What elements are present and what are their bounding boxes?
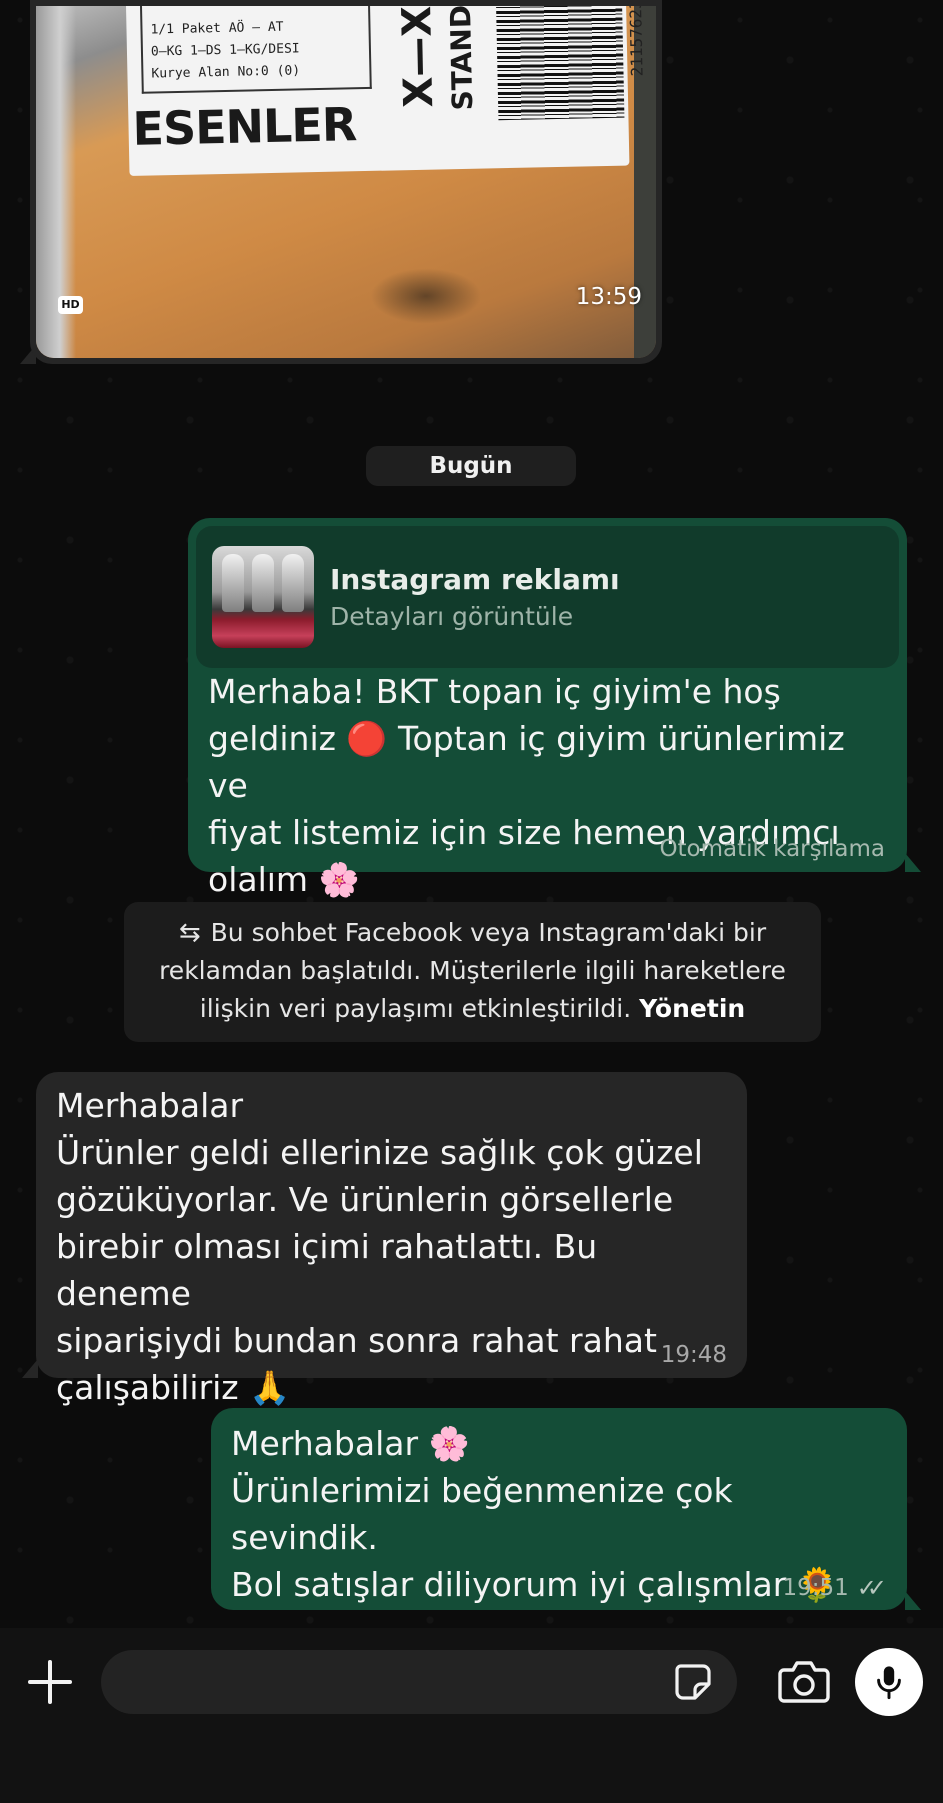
sticker-icon (675, 1664, 711, 1700)
camera-button[interactable] (778, 1658, 830, 1704)
attach-plus-button[interactable] (26, 1658, 74, 1706)
message-time: 19:48 (660, 1342, 727, 1368)
sticker-button[interactable] (673, 1662, 713, 1702)
message-meta: 19:51 ✓✓ (782, 1574, 887, 1602)
bubble-tail (905, 1591, 921, 1610)
ad-card-text: Instagram reklamı Detayları görüntüle (330, 563, 620, 631)
message-time: 19:51 (782, 1575, 849, 1601)
date-separator: Bugün (366, 446, 576, 486)
hd-badge: HD (58, 296, 83, 314)
swap-arrows-icon: ⇆ (178, 918, 201, 948)
photo-tape (366, 266, 486, 326)
manage-link[interactable]: Yönetin (639, 994, 745, 1023)
message-input[interactable] (101, 1650, 737, 1714)
chat-screen: 1/1 Paket AÖ — AT 0—KG 1—DS 1—KG/DESI Ku… (0, 0, 943, 1803)
ad-thumbnail (212, 546, 314, 648)
photo-message[interactable]: 1/1 Paket AÖ — AT 0—KG 1—DS 1—KG/DESI Ku… (30, 0, 662, 364)
voice-record-button[interactable] (855, 1648, 923, 1716)
ad-origin-notice: ⇆ Bu sohbet Facebook veya Instagram'daki… (124, 902, 821, 1042)
incoming-message[interactable]: Merhabalar Ürünler geldi ellerinize sağl… (36, 1072, 747, 1407)
read-receipt-icon: ✓✓ (856, 1574, 887, 1602)
auto-greeting-label: Otomatik karşılama (659, 836, 885, 862)
label-stand: STAND (444, 6, 480, 111)
camera-icon (778, 1661, 830, 1703)
package-photo[interactable]: 1/1 Paket AÖ — AT 0—KG 1—DS 1—KG/DESI Ku… (36, 6, 656, 358)
view-details-link[interactable]: Detayları görüntüle (330, 602, 620, 631)
barcode (496, 6, 625, 121)
label-mark: X—X (394, 6, 443, 109)
message-time: 13:59 (575, 284, 642, 310)
ad-welcome-message[interactable]: Instagram reklamı Detayları görüntüle Me… (188, 518, 907, 899)
ad-title: Instagram reklamı (330, 563, 620, 596)
microphone-icon (877, 1666, 901, 1700)
barcode-number: 21157623 (625, 6, 647, 77)
bubble-tail (905, 853, 921, 872)
mannequin-figure (282, 554, 304, 612)
label-line: Kurye Alan No:0 (0) (151, 63, 301, 82)
mannequin-figure (222, 554, 244, 612)
message-text: Merhabalar Ürünler geldi ellerinize sağl… (56, 1086, 703, 1407)
label-city: ESENLER (132, 97, 357, 156)
mannequin-figure (252, 554, 274, 612)
composer-bar (0, 1628, 943, 1803)
label-info-box: 1/1 Paket AÖ — AT 0—KG 1—DS 1—KG/DESI Ku… (139, 6, 372, 94)
bubble-tail (22, 1359, 38, 1378)
shipping-label: 1/1 Paket AÖ — AT 0—KG 1—DS 1—KG/DESI Ku… (126, 6, 647, 176)
message-text: Merhaba! BKT topan iç giyim'e hoş geldin… (208, 672, 845, 899)
instagram-ad-card[interactable]: Instagram reklamı Detayları görüntüle (196, 526, 899, 668)
outgoing-message[interactable]: Merhabalar 🌸 Ürünlerimizi beğenmenize ço… (211, 1408, 907, 1610)
